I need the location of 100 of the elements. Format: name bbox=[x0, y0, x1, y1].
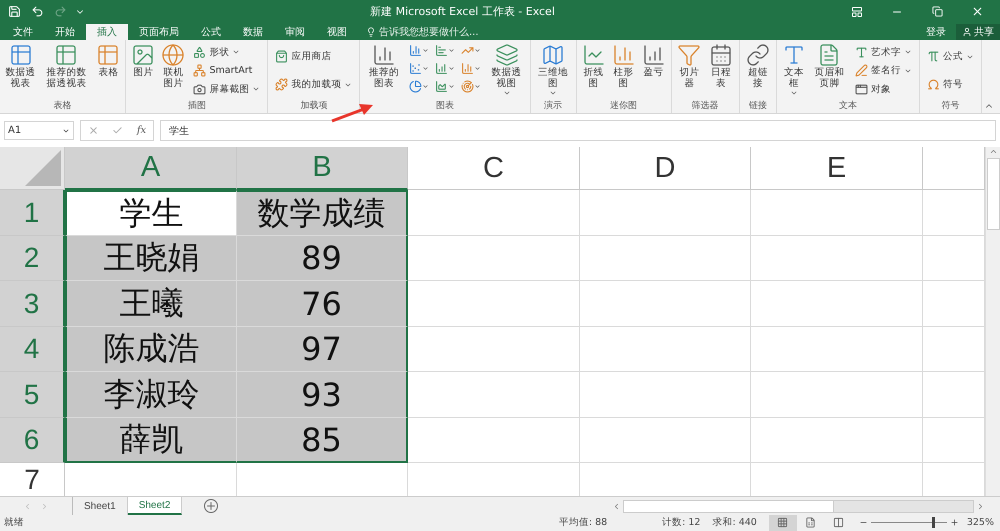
ribbon-tab[interactable]: 视图 bbox=[316, 24, 358, 40]
group-label: 图表 bbox=[435, 100, 456, 113]
ribbon-tab[interactable]: 数据 bbox=[232, 24, 274, 40]
bar-chart-icon bbox=[372, 42, 396, 67]
group-label: 加载项 bbox=[299, 100, 328, 113]
ribbon-tab[interactable]: 页面布局 bbox=[128, 24, 190, 40]
ribbon-button[interactable]: 切片器 bbox=[674, 42, 704, 100]
ribbon-tab[interactable]: 开始 bbox=[44, 24, 86, 40]
view-icon bbox=[805, 517, 816, 528]
redo-icon bbox=[54, 5, 67, 18]
ribbon-button[interactable]: 超链接 bbox=[742, 42, 773, 100]
ribbon-button[interactable]: 折线图 bbox=[580, 42, 608, 100]
ribbon-button[interactable]: 联机图片 bbox=[159, 42, 188, 100]
horizontal-scrollbar[interactable] bbox=[612, 497, 985, 515]
ribbon-button[interactable]: 形状 bbox=[191, 46, 262, 59]
ribbon-button[interactable]: 屏幕截图 bbox=[191, 82, 262, 96]
add-sheet-button[interactable] bbox=[204, 497, 218, 515]
share-button[interactable]: 共享 bbox=[956, 24, 1000, 40]
row-header[interactable]: 1 bbox=[0, 190, 65, 236]
name-box[interactable]: A1 bbox=[4, 121, 74, 140]
scroll-thumb[interactable] bbox=[986, 158, 1000, 230]
zoom-thumb[interactable] bbox=[932, 517, 935, 528]
column-header[interactable]: D bbox=[580, 147, 751, 190]
column-header[interactable]: E bbox=[751, 147, 923, 190]
caret-icon bbox=[448, 83, 456, 90]
table-cell: 陈成浩 bbox=[65, 326, 237, 372]
ribbon-button[interactable]: 签名行 bbox=[853, 64, 914, 78]
ribbon-button[interactable]: 我的加载项 bbox=[273, 78, 354, 92]
formula-field[interactable]: 学生 bbox=[160, 120, 996, 142]
table-icon bbox=[96, 42, 120, 67]
ribbon-button[interactable]: 日程表 bbox=[706, 42, 736, 100]
scroll-left-icon[interactable] bbox=[612, 502, 621, 511]
ribbon-button[interactable]: 推荐的数据透视表 bbox=[40, 42, 92, 100]
group-label: 链接 bbox=[748, 100, 768, 113]
scroll-thumb[interactable] bbox=[624, 500, 834, 512]
ribbon-button[interactable]: SmartArt bbox=[191, 64, 262, 78]
row-header[interactable]: 6 bbox=[0, 418, 65, 464]
average-text: 平均值: 88 bbox=[558, 516, 608, 530]
scroll-right-icon[interactable] bbox=[976, 502, 985, 511]
ribbon-button[interactable]: 推荐的图表 bbox=[363, 42, 404, 100]
caret-icon bbox=[448, 47, 456, 54]
table-cell: 97 bbox=[237, 326, 408, 372]
window-title: 新建 Microsoft Excel 工作表 - Excel bbox=[369, 4, 556, 20]
signature-pen-icon bbox=[855, 64, 868, 78]
ribbon-tab[interactable]: 公式 bbox=[190, 24, 232, 40]
group-label: 筛选器 bbox=[690, 100, 720, 113]
row-header[interactable]: 2 bbox=[0, 236, 65, 282]
sign-in-link[interactable]: 登录 bbox=[916, 24, 956, 40]
caret-icon bbox=[474, 65, 482, 72]
ribbon-button[interactable]: 表格 bbox=[94, 42, 122, 100]
ribbon-button[interactable]: 公式 bbox=[925, 50, 976, 64]
ribbon-button[interactable]: 图片 bbox=[129, 42, 158, 100]
annotation-arrow bbox=[330, 103, 374, 123]
shapes-icon bbox=[193, 46, 206, 59]
ribbon-button[interactable]: 数据透视表 bbox=[3, 42, 38, 100]
group-label: 符号 bbox=[940, 100, 960, 113]
zoom-in-icon[interactable] bbox=[950, 518, 959, 528]
row-header[interactable]: 5 bbox=[0, 372, 65, 418]
status-text: 就绪 bbox=[4, 516, 25, 530]
column-header[interactable]: C bbox=[408, 147, 580, 190]
ribbon-display-icon bbox=[851, 6, 863, 18]
pie-chart-icon bbox=[409, 80, 422, 94]
ribbon-tab[interactable]: 插入 bbox=[86, 24, 128, 40]
ribbon-button[interactable]: 符号 bbox=[925, 78, 976, 92]
table-cell: 85 bbox=[237, 418, 408, 464]
ribbon-tab[interactable]: 审阅 bbox=[274, 24, 316, 40]
ribbon-button[interactable]: 艺术字 bbox=[853, 46, 914, 59]
table-cell: 76 bbox=[237, 281, 408, 327]
row-header[interactable]: 3 bbox=[0, 281, 65, 327]
column-header[interactable]: A bbox=[65, 147, 237, 190]
table-cell: 李淑玲 bbox=[65, 372, 237, 418]
caret-icon bbox=[422, 83, 430, 90]
normal-view-button[interactable] bbox=[768, 514, 797, 531]
group-label: 表格 bbox=[52, 100, 73, 113]
sheet-tab[interactable]: Sheet2 bbox=[128, 497, 182, 515]
ribbon-button[interactable]: 对象 bbox=[853, 82, 914, 96]
ribbon-button[interactable]: 页眉和页脚 bbox=[810, 42, 849, 100]
tell-me-field[interactable]: 告诉我您想要做什么... bbox=[379, 24, 479, 39]
ribbon-tab[interactable]: 文件 bbox=[2, 24, 44, 40]
caret-icon bbox=[474, 47, 482, 54]
row-header[interactable]: 4 bbox=[0, 326, 65, 372]
ribbon-button[interactable]: 三维地图 bbox=[534, 42, 572, 100]
ribbon-button[interactable]: 数据透视图 bbox=[486, 42, 527, 100]
insert-function-button[interactable]: fx bbox=[136, 125, 146, 136]
table-cell: 89 bbox=[237, 236, 408, 282]
store-bag-icon bbox=[275, 50, 288, 64]
ribbon-button[interactable]: 盈亏 bbox=[640, 42, 668, 100]
view-icon bbox=[833, 517, 844, 528]
column-header[interactable]: B bbox=[237, 147, 408, 190]
cancel-icon[interactable] bbox=[88, 125, 99, 136]
vertical-scrollbar[interactable] bbox=[985, 147, 1000, 496]
ribbon-button[interactable]: 应用商店 bbox=[273, 50, 354, 64]
scatter-icon bbox=[409, 62, 422, 76]
ribbon-button[interactable]: 文本框 bbox=[780, 42, 808, 100]
count-text: 计数: 12 bbox=[662, 516, 700, 530]
ribbon-button[interactable]: 柱形图 bbox=[610, 42, 638, 100]
table-cell: 王曦 bbox=[65, 281, 237, 327]
zoom-level-text: 325% bbox=[966, 517, 994, 528]
table-cell: 王晓娟 bbox=[65, 236, 237, 282]
close-icon bbox=[970, 5, 984, 18]
